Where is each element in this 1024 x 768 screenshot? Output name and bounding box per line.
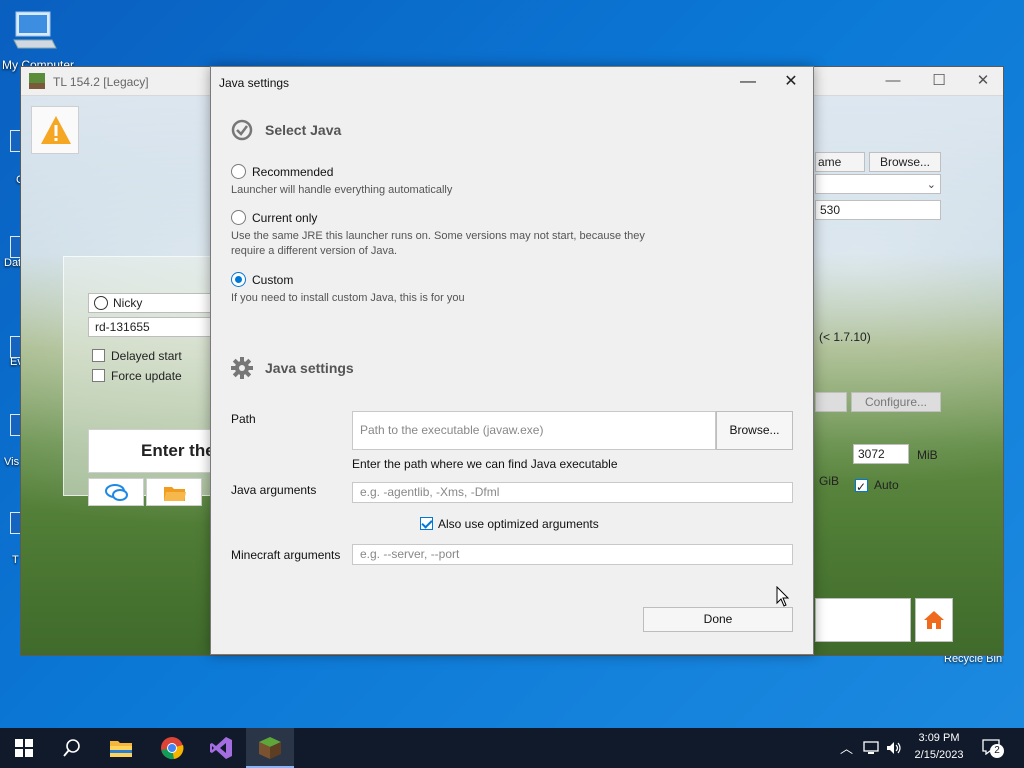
dialog-close-button[interactable]: ✕ bbox=[769, 67, 813, 99]
home-button[interactable] bbox=[915, 598, 953, 642]
visual-studio-button[interactable] bbox=[197, 728, 245, 768]
memory-unit: MiB bbox=[917, 448, 938, 462]
search-icon bbox=[63, 739, 80, 757]
gear-icon bbox=[231, 357, 253, 379]
close-button[interactable]: ✕ bbox=[961, 67, 1003, 96]
radio-current-only[interactable]: Current only bbox=[231, 210, 317, 225]
bottom-field[interactable] bbox=[815, 598, 911, 642]
chevron-down-icon: ⌄ bbox=[926, 179, 936, 191]
gib-label: GiB bbox=[819, 474, 840, 488]
minecraft-arguments-label: Minecraft arguments bbox=[231, 548, 341, 562]
user-icon bbox=[94, 296, 108, 310]
memory-field[interactable]: 3072 bbox=[853, 444, 909, 464]
minecraft-arguments-input[interactable]: e.g. --server, --port bbox=[352, 544, 793, 565]
minimize-button[interactable]: — bbox=[871, 67, 915, 96]
radio-description: If you need to install custom Java, this… bbox=[231, 292, 465, 304]
notifications-button[interactable]: 2 bbox=[982, 738, 1006, 760]
optimized-arguments-checkbox[interactable]: Also use optimized arguments bbox=[420, 517, 599, 531]
start-button[interactable] bbox=[0, 728, 48, 768]
file-explorer-button[interactable] bbox=[97, 728, 145, 768]
network-icon[interactable] bbox=[863, 741, 879, 755]
java-dropdown[interactable] bbox=[815, 392, 847, 412]
radio-custom[interactable]: Custom bbox=[231, 272, 293, 287]
radio-description: Launcher will handle everything automati… bbox=[231, 184, 453, 196]
chrome-icon bbox=[161, 737, 184, 760]
warning-button[interactable] bbox=[31, 106, 79, 154]
windows-logo-icon bbox=[15, 739, 33, 757]
version-note: (< 1.7.10) bbox=[819, 330, 871, 344]
folder-icon bbox=[110, 741, 132, 757]
optimized-arguments-label: Also use optimized arguments bbox=[438, 517, 599, 531]
radio-label: Custom bbox=[252, 273, 294, 287]
desktop-icon-label: Vis bbox=[4, 456, 20, 468]
maximize-button[interactable]: ☐ bbox=[917, 67, 961, 96]
checkbox-checked bbox=[420, 517, 433, 530]
launcher-login-panel: Nicky rd-131655 Delayed start Force upda… bbox=[63, 256, 224, 506]
desktop-icon-label: T bbox=[12, 554, 19, 566]
chat-icon bbox=[105, 484, 128, 501]
check-circle-icon bbox=[231, 119, 253, 141]
launcher-app-icon bbox=[29, 73, 45, 89]
java-settings-dialog: Java settings — ✕ Select Java Recommende… bbox=[210, 66, 814, 655]
force-update-checkbox[interactable]: Force update bbox=[92, 369, 182, 383]
launcher-title: TL 154.2 [Legacy] bbox=[53, 75, 149, 89]
username-value: Nicky bbox=[113, 296, 143, 310]
clock-date[interactable]: 2/15/2023 bbox=[904, 749, 974, 761]
launcher-dropdown[interactable]: ⌄ bbox=[815, 174, 941, 194]
volume-icon[interactable] bbox=[886, 741, 902, 755]
browse-button[interactable]: Browse... bbox=[716, 411, 793, 450]
visual-studio-icon bbox=[210, 737, 232, 759]
computer-icon bbox=[13, 11, 57, 49]
delayed-start-checkbox[interactable]: Delayed start bbox=[92, 349, 182, 363]
auto-memory-checkbox[interactable]: ✓ Auto bbox=[855, 478, 899, 494]
name-button[interactable]: ame bbox=[815, 152, 865, 172]
chrome-button[interactable] bbox=[148, 728, 196, 768]
checkbox-checked: ✓ bbox=[855, 479, 868, 494]
directory-browse-button[interactable]: Browse... bbox=[869, 152, 941, 172]
dialog-title: Java settings bbox=[219, 76, 290, 90]
path-label: Path bbox=[231, 412, 256, 426]
checkbox-box bbox=[92, 369, 105, 382]
warning-icon bbox=[41, 116, 71, 144]
radio-label: Recommended bbox=[252, 165, 334, 179]
notification-count: 2 bbox=[990, 744, 1004, 758]
username-field[interactable]: Nicky bbox=[88, 293, 224, 313]
path-hint: Enter the path where we can find Java ex… bbox=[352, 457, 618, 471]
delayed-start-label: Delayed start bbox=[111, 349, 182, 363]
folder-button[interactable] bbox=[146, 478, 202, 506]
checkbox-box bbox=[92, 349, 105, 362]
radio-label: Current only bbox=[252, 211, 318, 225]
radio-recommended[interactable]: Recommended bbox=[231, 164, 333, 179]
folder-icon bbox=[164, 487, 186, 501]
desktop-icon-my-computer[interactable]: My Computer bbox=[0, 0, 80, 76]
tlauncher-taskbar-button[interactable] bbox=[246, 728, 294, 768]
select-java-heading-text: Select Java bbox=[265, 122, 342, 138]
dialog-minimize-button[interactable]: — bbox=[726, 67, 770, 99]
desktop-icon-label: Dat bbox=[4, 257, 22, 269]
force-update-label: Force update bbox=[111, 369, 182, 383]
grass-block-icon bbox=[259, 737, 281, 759]
path-input[interactable]: Path to the executable (javaw.exe) bbox=[352, 411, 716, 450]
java-arguments-input[interactable]: e.g. -agentlib, -Xms, -Dfml bbox=[352, 482, 793, 503]
java-settings-heading-text: Java settings bbox=[265, 360, 354, 376]
mouse-cursor-icon bbox=[776, 586, 790, 607]
version-select[interactable]: rd-131655 bbox=[88, 317, 224, 337]
enter-game-button[interactable]: Enter the bbox=[88, 429, 224, 473]
home-icon bbox=[924, 611, 944, 629]
radio-description: Use the same JRE this launcher runs on. … bbox=[231, 230, 645, 257]
radio-dot bbox=[231, 210, 246, 225]
java-arguments-label: Java arguments bbox=[231, 483, 317, 497]
radio-dot bbox=[231, 164, 246, 179]
chat-button[interactable] bbox=[88, 478, 144, 506]
clock-time[interactable]: 3:09 PM bbox=[904, 732, 974, 744]
configure-button[interactable]: Configure... bbox=[851, 392, 941, 412]
launcher-settings-panel: ame Browse... ⌄ 530 (< 1.7.10) Configure… bbox=[811, 96, 971, 655]
resolution-field[interactable]: 530 bbox=[815, 200, 941, 220]
search-button[interactable] bbox=[48, 728, 96, 768]
show-hidden-icons-button[interactable]: ︿ bbox=[840, 738, 853, 757]
taskbar: ︿ 3:09 PM 2/15/2023 2 bbox=[0, 728, 1024, 768]
auto-label: Auto bbox=[874, 478, 899, 492]
done-button[interactable]: Done bbox=[643, 607, 793, 632]
radio-dot-selected bbox=[231, 272, 246, 287]
